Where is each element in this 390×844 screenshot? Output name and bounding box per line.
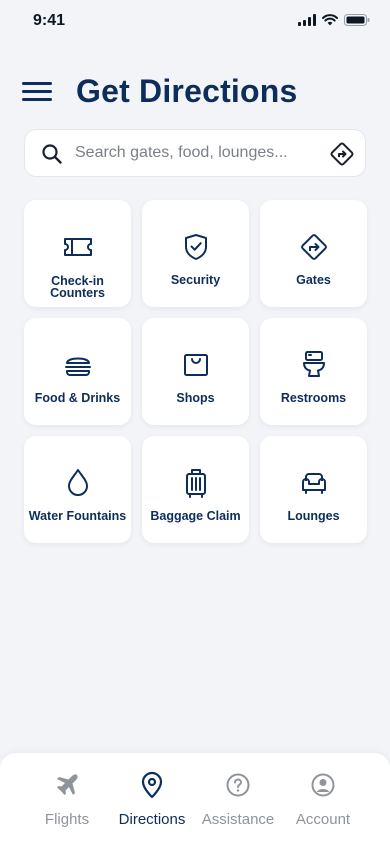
airplane-icon [22, 771, 112, 799]
turn-right-sign-icon [297, 230, 331, 264]
location-pin-icon [107, 771, 197, 799]
tile-label-line2: Counters [50, 286, 105, 300]
category-grid: Check-in Counters Security Gates Food & … [24, 200, 367, 543]
tile-water-fountains[interactable]: Water Fountains [24, 436, 131, 543]
battery-icon [344, 14, 370, 26]
shopping-bag-icon [179, 348, 213, 382]
status-time: 9:41 [33, 12, 66, 29]
water-drop-icon [61, 466, 95, 500]
nav-label: Flights [44, 811, 90, 828]
search-icon [42, 144, 62, 164]
nav-label: Account [295, 811, 351, 828]
nav-item-directions[interactable]: Directions [107, 771, 197, 831]
status-bar: 9:41 [0, 0, 390, 44]
status-icons [298, 14, 370, 26]
shield-check-icon [179, 230, 213, 264]
tile-label: Security [170, 273, 221, 287]
nav-item-flights[interactable]: Flights [22, 771, 112, 831]
tile-check-in-counters[interactable]: Check-in Counters [24, 200, 131, 307]
header: Get Directions [0, 70, 390, 114]
tile-security[interactable]: Security [142, 200, 249, 307]
search-bar [24, 129, 366, 177]
tile-label: Shops [176, 391, 215, 405]
tile-lounges[interactable]: Lounges [260, 436, 367, 543]
tile-shops[interactable]: Shops [142, 318, 249, 425]
user-circle-icon [278, 771, 368, 799]
burger-icon [61, 348, 95, 382]
tile-label: Food & Drinks [34, 391, 121, 405]
search-input[interactable] [75, 130, 325, 176]
tile-label: Water Fountains [28, 509, 127, 523]
tile-label: Check-in Counters [24, 275, 131, 300]
page-title: Get Directions [76, 73, 298, 109]
toilet-icon [297, 348, 331, 382]
wifi-icon [322, 14, 338, 26]
nav-label: Assistance [201, 811, 275, 828]
tile-label: Baggage Claim [150, 509, 241, 523]
route-directions-icon[interactable] [329, 141, 355, 167]
nav-label: Directions [118, 811, 186, 828]
tile-label: Restrooms [280, 391, 347, 405]
bottom-nav: Flights Directions Assistance Account [0, 753, 390, 844]
nav-item-assistance[interactable]: Assistance [193, 771, 283, 831]
signal-icon [298, 14, 316, 26]
nav-item-account[interactable]: Account [278, 771, 368, 831]
luggage-icon [179, 466, 213, 500]
ticket-icon [61, 230, 95, 264]
tile-restrooms[interactable]: Restrooms [260, 318, 367, 425]
tile-gates[interactable]: Gates [260, 200, 367, 307]
tile-food-drinks[interactable]: Food & Drinks [24, 318, 131, 425]
tile-label: Gates [296, 273, 331, 287]
tile-baggage-claim[interactable]: Baggage Claim [142, 436, 249, 543]
hamburger-menu-icon[interactable] [22, 80, 54, 104]
tile-label: Lounges [287, 509, 340, 523]
armchair-icon [297, 466, 331, 500]
help-circle-icon [193, 771, 283, 799]
